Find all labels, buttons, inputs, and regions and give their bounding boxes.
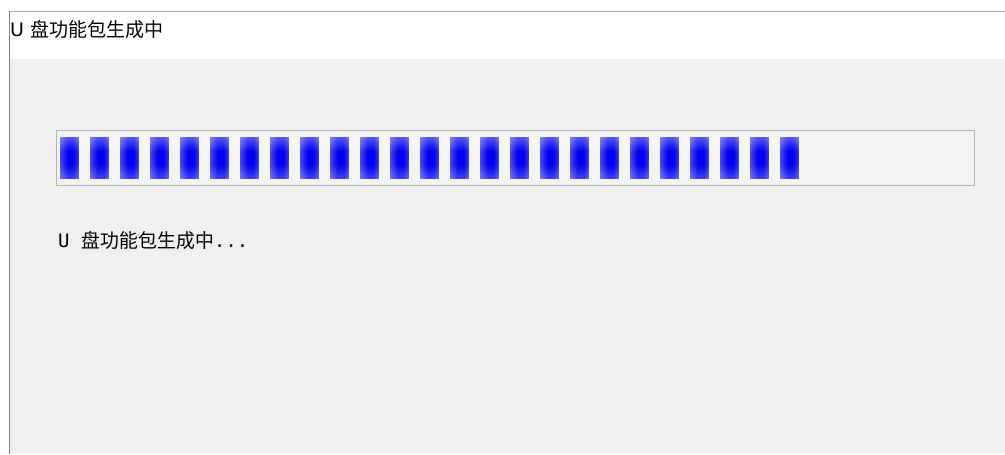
title-bar[interactable]: U 盘功能包生成中: [10, 12, 1005, 59]
window-title: U 盘功能包生成中: [10, 19, 163, 41]
progress-bar: [56, 130, 975, 186]
dialog-window: U 盘功能包生成中 U 盘功能包生成中...: [9, 11, 1005, 454]
progress-track: [60, 137, 971, 179]
progress-fill: [60, 137, 799, 179]
status-message: U 盘功能包生成中...: [58, 230, 249, 252]
dialog-client-area: U 盘功能包生成中...: [10, 59, 1005, 455]
